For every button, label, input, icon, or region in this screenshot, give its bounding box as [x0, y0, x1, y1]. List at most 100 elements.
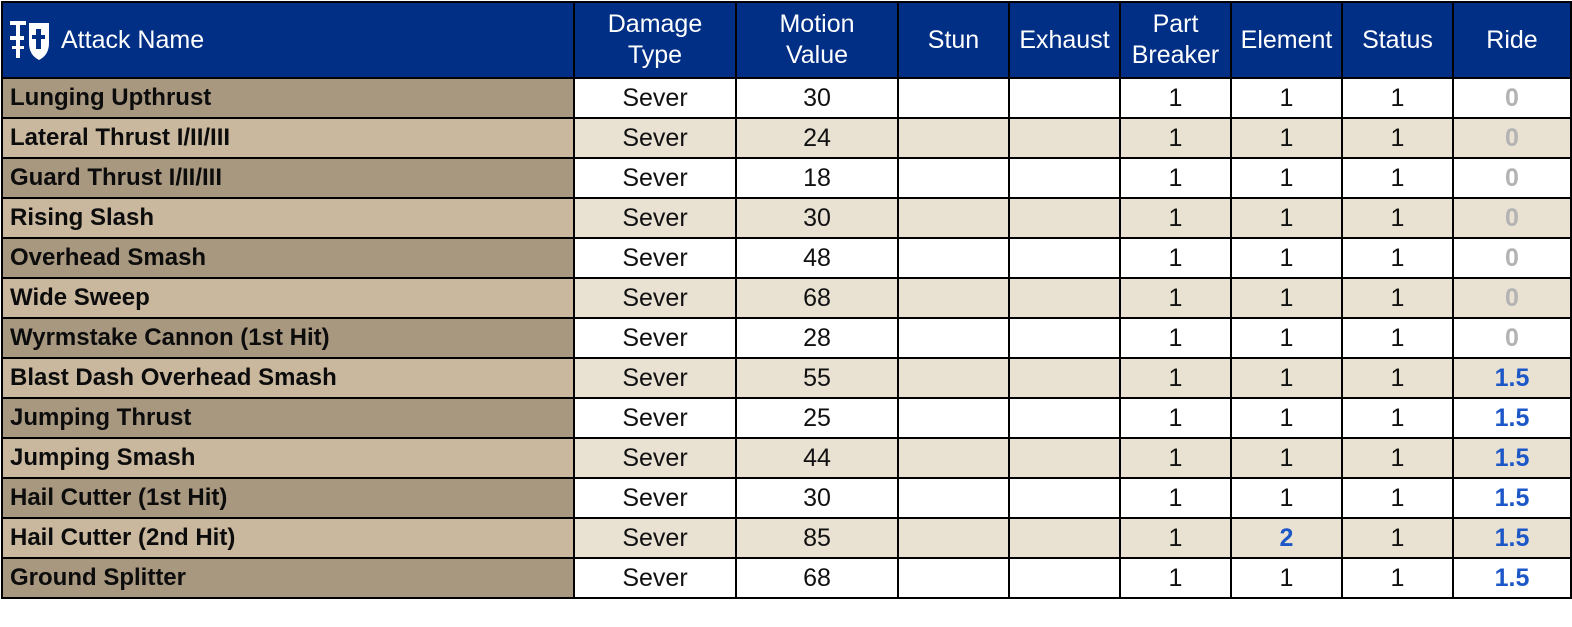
- element-cell: 1: [1230, 477, 1343, 519]
- status-cell: 1: [1341, 557, 1454, 599]
- stun-cell: [897, 157, 1010, 199]
- attack-name-cell: Wide Sweep: [1, 277, 575, 319]
- part-breaker-cell: 1: [1119, 397, 1232, 439]
- table-row: Hail Cutter (1st Hit) Sever 30 1 1 1 1.5: [1, 477, 1572, 519]
- exhaust-cell: [1008, 357, 1121, 399]
- status-cell: 1: [1341, 237, 1454, 279]
- header-damage-type: Damage Type: [573, 1, 737, 79]
- table-header-row: Attack Name Damage Type Motion Value Stun …: [1, 1, 1572, 79]
- attack-name-cell: Overhead Smash: [1, 237, 575, 279]
- ride-cell: 0: [1452, 157, 1572, 199]
- table-row: Jumping Thrust Sever 25 1 1 1 1.5: [1, 397, 1572, 439]
- exhaust-cell: [1008, 557, 1121, 599]
- attack-name-cell: Blast Dash Overhead Smash: [1, 357, 575, 399]
- motion-value-cell: 85: [735, 517, 899, 559]
- lance-shield-icon: [10, 21, 49, 60]
- status-cell: 1: [1341, 397, 1454, 439]
- element-cell: 1: [1230, 197, 1343, 239]
- damage-type-cell: Sever: [573, 77, 737, 119]
- ride-cell: 0: [1452, 77, 1572, 119]
- exhaust-cell: [1008, 397, 1121, 439]
- attack-name-cell: Jumping Thrust: [1, 397, 575, 439]
- attack-name-cell: Hail Cutter (1st Hit): [1, 477, 575, 519]
- ride-cell: 1.5: [1452, 477, 1572, 519]
- header-part-breaker: Part Breaker: [1119, 1, 1232, 79]
- damage-type-cell: Sever: [573, 157, 737, 199]
- ride-cell: 1.5: [1452, 517, 1572, 559]
- part-breaker-cell: 1: [1119, 557, 1232, 599]
- motion-value-cell: 28: [735, 317, 899, 359]
- table-row: Blast Dash Overhead Smash Sever 55 1 1 1…: [1, 357, 1572, 399]
- stun-cell: [897, 317, 1010, 359]
- part-breaker-cell: 1: [1119, 317, 1232, 359]
- ride-cell: 0: [1452, 117, 1572, 159]
- header-motion-value: Motion Value: [735, 1, 899, 79]
- ride-cell: 1.5: [1452, 357, 1572, 399]
- part-breaker-cell: 1: [1119, 197, 1232, 239]
- element-cell: 1: [1230, 437, 1343, 479]
- motion-value-cell: 44: [735, 437, 899, 479]
- ride-cell: 1.5: [1452, 557, 1572, 599]
- motion-value-cell: 68: [735, 557, 899, 599]
- stun-cell: [897, 197, 1010, 239]
- status-cell: 1: [1341, 117, 1454, 159]
- part-breaker-cell: 1: [1119, 477, 1232, 519]
- ride-cell: 1.5: [1452, 437, 1572, 479]
- exhaust-cell: [1008, 437, 1121, 479]
- ride-cell: 0: [1452, 317, 1572, 359]
- stun-cell: [897, 277, 1010, 319]
- exhaust-cell: [1008, 197, 1121, 239]
- stun-cell: [897, 477, 1010, 519]
- exhaust-cell: [1008, 237, 1121, 279]
- exhaust-cell: [1008, 517, 1121, 559]
- header-attack-name: Attack Name: [1, 1, 575, 79]
- header-ride: Ride: [1452, 1, 1572, 79]
- exhaust-cell: [1008, 477, 1121, 519]
- ride-cell: 1.5: [1452, 397, 1572, 439]
- attack-name-cell: Jumping Smash: [1, 437, 575, 479]
- table-row: Wide Sweep Sever 68 1 1 1 0: [1, 277, 1572, 319]
- damage-type-cell: Sever: [573, 477, 737, 519]
- status-cell: 1: [1341, 77, 1454, 119]
- element-cell: 2: [1230, 517, 1343, 559]
- part-breaker-cell: 1: [1119, 357, 1232, 399]
- part-breaker-cell: 1: [1119, 437, 1232, 479]
- damage-type-cell: Sever: [573, 197, 737, 239]
- motion-value-cell: 24: [735, 117, 899, 159]
- motion-value-cell: 18: [735, 157, 899, 199]
- element-cell: 1: [1230, 277, 1343, 319]
- part-breaker-cell: 1: [1119, 277, 1232, 319]
- motion-value-cell: 30: [735, 197, 899, 239]
- exhaust-cell: [1008, 117, 1121, 159]
- table-row: Ground Splitter Sever 68 1 1 1 1.5: [1, 557, 1572, 599]
- status-cell: 1: [1341, 197, 1454, 239]
- table-row: Jumping Smash Sever 44 1 1 1 1.5: [1, 437, 1572, 479]
- part-breaker-cell: 1: [1119, 77, 1232, 119]
- attack-name-cell: Rising Slash: [1, 197, 575, 239]
- header-stun: Stun: [897, 1, 1010, 79]
- stun-cell: [897, 397, 1010, 439]
- part-breaker-cell: 1: [1119, 517, 1232, 559]
- element-cell: 1: [1230, 117, 1343, 159]
- status-cell: 1: [1341, 517, 1454, 559]
- exhaust-cell: [1008, 157, 1121, 199]
- status-cell: 1: [1341, 317, 1454, 359]
- stun-cell: [897, 557, 1010, 599]
- ride-cell: 0: [1452, 197, 1572, 239]
- damage-type-cell: Sever: [573, 357, 737, 399]
- attack-name-cell: Lunging Upthrust: [1, 77, 575, 119]
- damage-type-cell: Sever: [573, 397, 737, 439]
- stun-cell: [897, 437, 1010, 479]
- header-element: Element: [1230, 1, 1343, 79]
- status-cell: 1: [1341, 437, 1454, 479]
- stun-cell: [897, 517, 1010, 559]
- attack-name-cell: Hail Cutter (2nd Hit): [1, 517, 575, 559]
- attack-name-cell: Wyrmstake Cannon (1st Hit): [1, 317, 575, 359]
- status-cell: 1: [1341, 277, 1454, 319]
- ride-cell: 0: [1452, 237, 1572, 279]
- damage-type-cell: Sever: [573, 557, 737, 599]
- element-cell: 1: [1230, 317, 1343, 359]
- damage-type-cell: Sever: [573, 117, 737, 159]
- table-row: Hail Cutter (2nd Hit) Sever 85 1 2 1 1.5: [1, 517, 1572, 559]
- attack-name-cell: Guard Thrust I/II/III: [1, 157, 575, 199]
